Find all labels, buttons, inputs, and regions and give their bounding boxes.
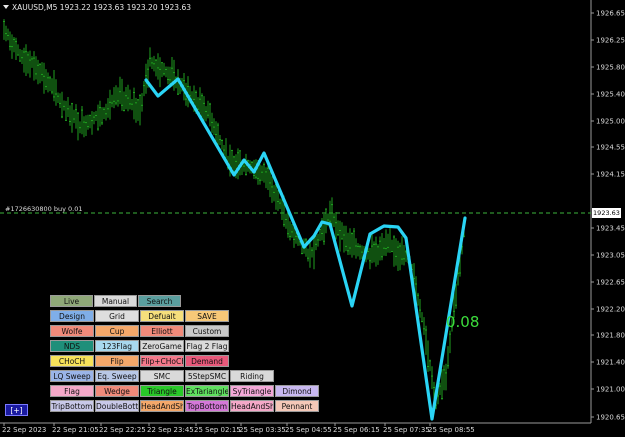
pattern-button-doublebottom[interactable]: DoubleBottom (95, 400, 139, 412)
pattern-button-123flag[interactable]: 123Flag (95, 340, 139, 352)
time-tick-label: 22 Sep 2023 (2, 426, 46, 434)
price-tick-label: 1924.15 (596, 171, 625, 179)
price-tick-label: 1921.00 (596, 386, 625, 394)
time-tick-label: 22 Sep 23:45 (147, 426, 194, 434)
pattern-button-flip-choch[interactable]: Flip+CHoCH (140, 355, 184, 367)
pattern-button-search[interactable]: Search (138, 295, 181, 307)
pattern-button-wedge[interactable]: Wedge (95, 385, 139, 397)
pattern-button-save[interactable]: SAVE (185, 310, 229, 322)
pattern-button-triangle[interactable]: Triangle (140, 385, 184, 397)
pattern-button-nds[interactable]: NDS (50, 340, 94, 352)
pattern-button-zerogame[interactable]: ZeroGame (140, 340, 184, 352)
pattern-button-5stepsmc[interactable]: 5StepSMC (185, 370, 229, 382)
pattern-button-live[interactable]: Live (50, 295, 93, 307)
price-tick-label: 1924.55 (596, 144, 625, 152)
pattern-button-extariangle[interactable]: ExTariangle (185, 385, 229, 397)
symbol-quote: XAUUSD,M5 1923.22 1923.63 1923.20 1923.6… (12, 3, 192, 12)
price-tick-label: 1923.05 (596, 252, 625, 260)
pattern-button-dimond[interactable]: Dimond (275, 385, 319, 397)
price-tick-label: 1922.65 (596, 279, 625, 287)
current-price-tag: 1923.63 (592, 208, 621, 218)
price-tick-label: 1926.65 (596, 10, 625, 18)
time-tick-label: 22 Sep 22:25 (99, 426, 146, 434)
pattern-button-pennant[interactable]: Pennant (275, 400, 319, 412)
time-tick-label: 25 Sep 07:35 (383, 426, 430, 434)
price-tick-label: 1925.80 (596, 64, 625, 72)
time-tick-label: 25 Sep 08:55 (428, 426, 475, 434)
pattern-button-wolfe[interactable]: Wolfe (50, 325, 94, 337)
time-tick-label: 22 Sep 21:05 (52, 426, 99, 434)
pattern-button-smc[interactable]: SMC (140, 370, 184, 382)
price-tick-label: 1922.20 (596, 306, 625, 314)
time-tick-label: 25 Sep 03:35 (239, 426, 286, 434)
pattern-button-headandshoulder[interactable]: HeadAndShoulder (230, 400, 274, 412)
pattern-button-sytriangle[interactable]: SyTriangle (230, 385, 274, 397)
price-tick-label: 1920.65 (596, 414, 625, 422)
candle-series (3, 19, 465, 413)
pattern-button-grid[interactable]: Grid (95, 310, 139, 322)
pattern-button-demand[interactable]: Demand (185, 355, 229, 367)
pattern-button-eq-sweep[interactable]: Eq. Sweep (95, 370, 139, 382)
pattern-button-flip[interactable]: Flip (95, 355, 139, 367)
pattern-button-cup[interactable]: Cup (95, 325, 139, 337)
pattern-button-flag-2-flag[interactable]: Flag 2 Flag (185, 340, 229, 352)
pattern-button-riding[interactable]: Riding (230, 370, 274, 382)
pattern-ratio-label: 0.08 (446, 313, 480, 331)
pattern-button-flag[interactable]: Flag (50, 385, 94, 397)
pattern-button-tripbottom[interactable]: TripBottom (50, 400, 94, 412)
pattern-button-topbottom[interactable]: TopBottom (185, 400, 229, 412)
pattern-button-choch[interactable]: CHoCH (50, 355, 94, 367)
order-line-label: #1726630800 buy 0.01 (5, 205, 83, 213)
panel-toggle-button[interactable]: [+] (5, 404, 28, 416)
pattern-button-elliott[interactable]: Elliott (140, 325, 184, 337)
price-tick-label: 1925.40 (596, 91, 625, 99)
chart-header: XAUUSD,M5 1923.22 1923.63 1923.20 1923.6… (3, 3, 191, 12)
price-tick-label: 1921.40 (596, 359, 625, 367)
price-tick-label: 1925.00 (596, 118, 625, 126)
pattern-button-headandshoulder[interactable]: HeadAndShoulder (140, 400, 184, 412)
pattern-button-lq-sweep[interactable]: LQ Sweep (50, 370, 94, 382)
time-tick-label: 25 Sep 06:15 (333, 426, 380, 434)
pattern-button-design[interactable]: Design (50, 310, 94, 322)
pattern-button-custom[interactable]: Custom (185, 325, 229, 337)
time-tick-label: 25 Sep 04:55 (285, 426, 332, 434)
price-tick-label: 1923.45 (596, 225, 625, 233)
pattern-button-defualt[interactable]: Defualt (140, 310, 184, 322)
price-tick-label: 1926.25 (596, 37, 625, 45)
pattern-button-manual[interactable]: Manual (94, 295, 137, 307)
dropdown-triangle-icon[interactable] (3, 5, 9, 9)
time-tick-label: 25 Sep 02:15 (194, 426, 241, 434)
price-tick-label: 1921.80 (596, 332, 625, 340)
